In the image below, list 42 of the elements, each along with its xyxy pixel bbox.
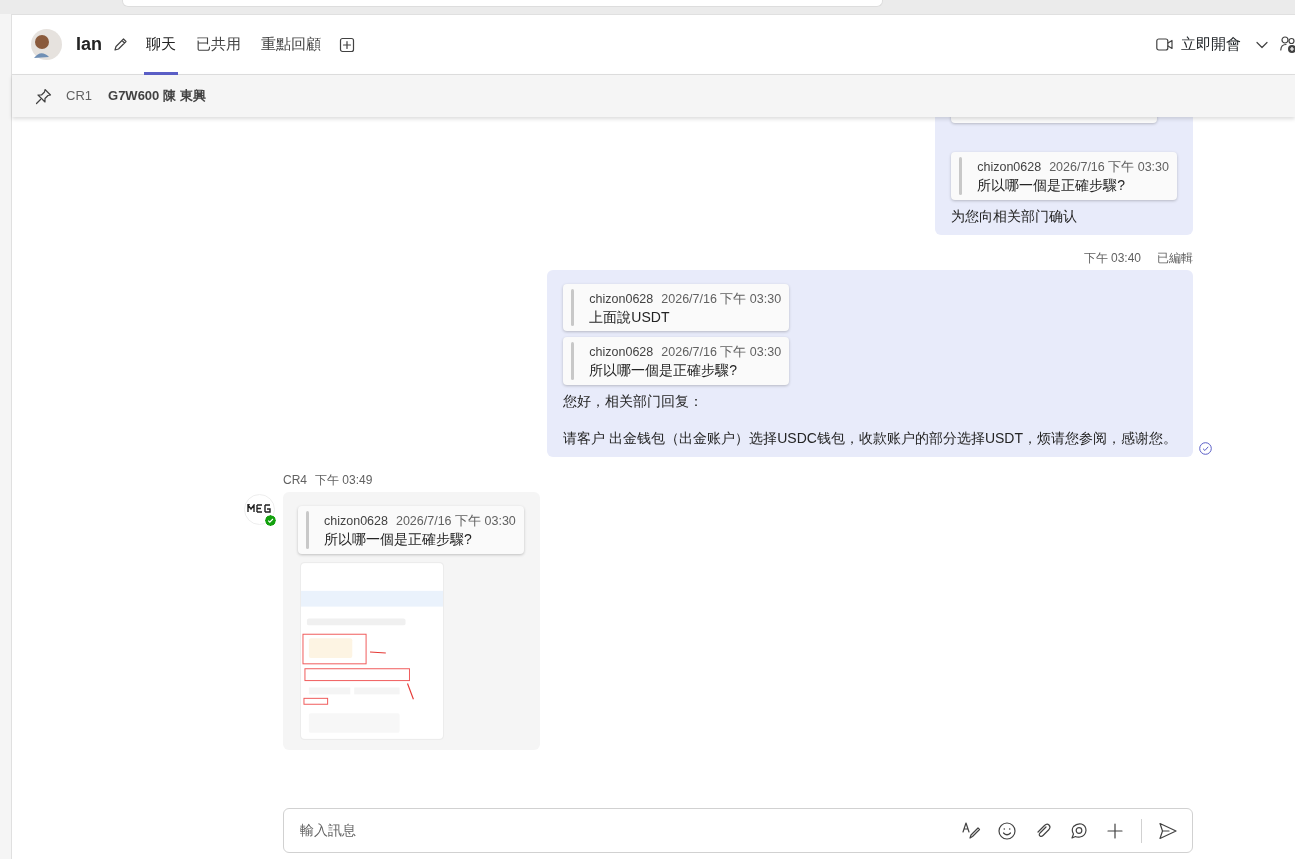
quote-card[interactable]: chizon0628 2026/7/16 下午 03:30 所以哪一個是正確步驟? <box>951 151 1177 200</box>
quote-card[interactable]: chizon0628 2026/7/16 下午 03:30 所以哪一個是正確步驟? <box>563 337 790 386</box>
avatar[interactable] <box>31 29 62 60</box>
video-icon <box>1156 38 1173 51</box>
logo-icon <box>247 504 272 514</box>
pencil-icon[interactable] <box>112 36 128 53</box>
quote-text: 上面說USDT <box>589 307 671 327</box>
chevron-down-icon[interactable] <box>1256 40 1268 49</box>
meet-now-button[interactable]: 立即開會 <box>1156 33 1241 56</box>
message-text: 您好，相关部门回复： <box>563 392 705 412</box>
message-text: 请客户 出金钱包（出金账户）选择USDC钱包，收款账户的部分选择USDT，烦请您参阅，感谢您。 <box>563 429 1177 449</box>
quote-text: 所以哪一個是正確步驟? <box>977 175 1126 195</box>
channel-label: CR1 <box>66 87 92 106</box>
pinned-title[interactable]: G7W600 陳 東興 <box>108 86 206 106</box>
pin-icon[interactable] <box>35 87 52 105</box>
add-tab-icon[interactable] <box>339 36 355 53</box>
compose-field[interactable]: 輸入訊息 <box>283 808 1193 853</box>
message-time: 下午 03:49 <box>315 472 373 490</box>
emoji-icon[interactable] <box>997 820 1017 841</box>
quote-text: 所以哪一個是正確步驟? <box>589 361 739 381</box>
quote-time: 2026/7/16 下午 03:30 <box>661 345 782 360</box>
edited-label: 已編輯 <box>1157 249 1193 267</box>
tab[interactable]: 重點回顧 <box>259 14 323 75</box>
quote-text: 所以哪一個是正確步驟? <box>324 530 473 549</box>
add-people-icon[interactable] <box>1280 35 1295 54</box>
quote-card[interactable]: chizon0628 2026/7/16 下午 03:30 所以哪一個是正確步驟? <box>298 506 524 554</box>
quote-card[interactable]: chizon0628 2026/7/16 下午 03:30 上面說USDT <box>563 283 790 332</box>
quote-author: chizon0628 <box>324 514 388 529</box>
message-text: 为您向相关部门确认 <box>951 206 1079 226</box>
chat-title: Ian <box>76 33 102 56</box>
sender-avatar[interactable] <box>244 494 275 526</box>
quote-author: chizon0628 <box>977 159 1042 174</box>
quote-author: chizon0628 <box>589 345 654 360</box>
message-time: 下午 03:40 <box>1083 249 1141 267</box>
quote-time: 2026/7/16 下午 03:30 <box>661 291 782 306</box>
sender-name: CR4 <box>283 472 307 490</box>
quote-time: 2026/7/16 下午 03:30 <box>1049 159 1169 174</box>
tab[interactable]: 已共用 <box>194 14 243 75</box>
quote-author: chizon0628 <box>589 291 654 306</box>
format-icon[interactable] <box>961 820 981 841</box>
send-icon[interactable] <box>1158 820 1178 841</box>
quote-time: 2026/7/16 下午 03:30 <box>395 514 516 529</box>
